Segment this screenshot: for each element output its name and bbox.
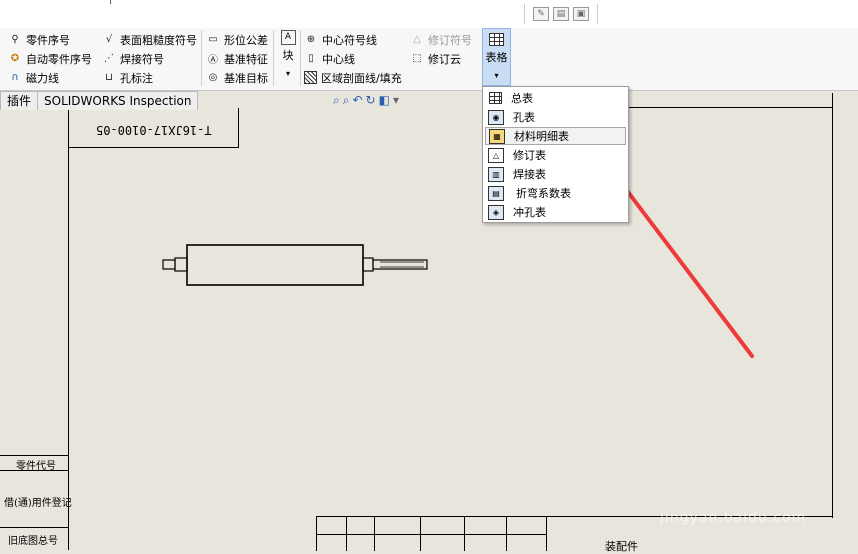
menu-item-revision-table[interactable]: △ 修订表 <box>485 146 626 164</box>
table-dropdown-menu: 总表 ◉ 孔表 ▦ 材料明细表 △ 修订表 ▥ 焊接表 ▤ 折弯系数表 ◈ 冲孔… <box>482 86 629 223</box>
menu-item-bend-table[interactable]: ▤ 折弯系数表 <box>485 184 626 202</box>
watermark-text: jingyan.baidu.com <box>660 510 807 526</box>
general-table-icon <box>488 92 502 105</box>
title-block-divider <box>546 517 547 551</box>
shaft-right-step <box>362 257 374 272</box>
shaft-body <box>186 244 364 286</box>
shaft-left-end <box>162 259 176 270</box>
shaft-right-end <box>372 259 428 270</box>
shaft-left-step <box>174 257 188 272</box>
bend-table-icon: ▤ <box>488 185 504 201</box>
menu-item-bom[interactable]: ▦ 材料明细表 <box>485 127 626 145</box>
menu-item-hole-table[interactable]: ◉ 孔表 <box>485 108 626 126</box>
revision-table-icon: △ <box>488 147 504 163</box>
hole-table-icon: ◉ <box>488 109 504 125</box>
weldment-table-icon: ▥ <box>488 166 504 182</box>
part-drawing <box>162 140 754 358</box>
bom-icon: ▦ <box>489 128 505 144</box>
assembly-label: 装配件 <box>605 540 638 553</box>
menu-item-general-table[interactable]: 总表 <box>485 89 626 107</box>
title-block-row-line <box>317 534 546 535</box>
shaft-drawing <box>162 244 428 286</box>
menu-item-weldment-table[interactable]: ▥ 焊接表 <box>485 165 626 183</box>
punch-table-icon: ◈ <box>488 204 504 220</box>
menu-item-punch-table[interactable]: ◈ 冲孔表 <box>485 203 626 221</box>
